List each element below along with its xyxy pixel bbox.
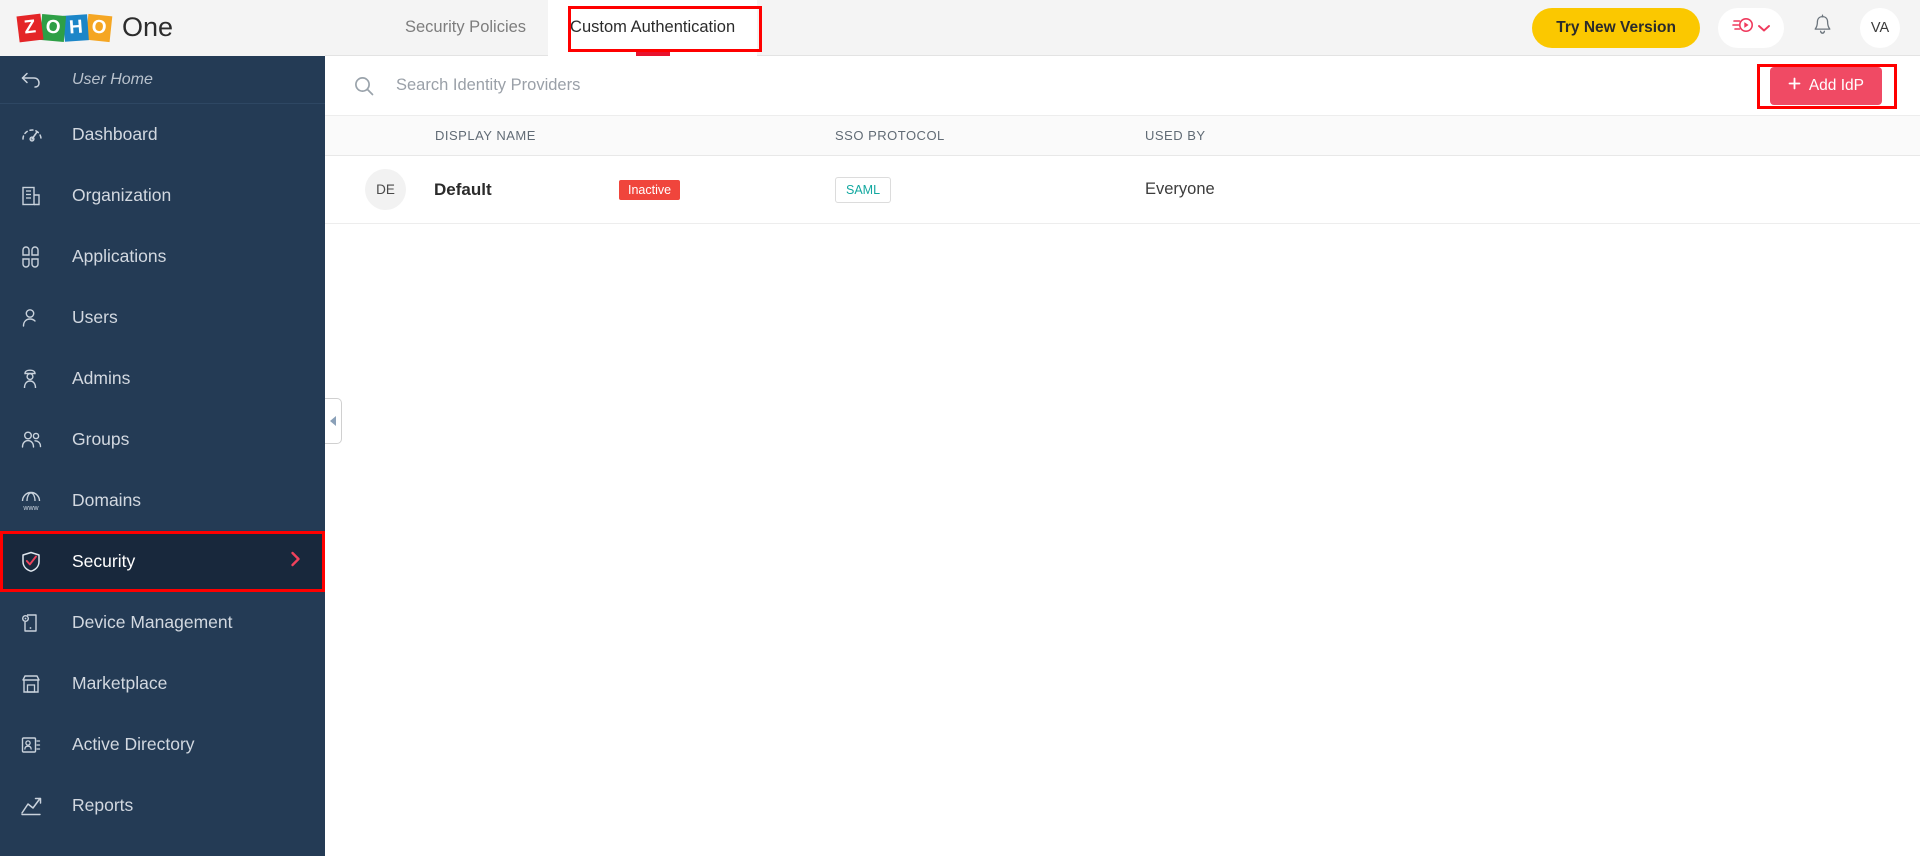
search-input[interactable]	[396, 76, 1770, 95]
sidebar-item-label-device-management: Device Management	[72, 612, 233, 632]
sidebar-item-label-organization: Organization	[72, 185, 172, 205]
svg-text:www: www	[22, 505, 39, 512]
top-header-bar: Z O H O One Security Policies Custom Aut…	[0, 0, 1920, 56]
chevron-right-icon	[289, 549, 303, 575]
plus-icon	[1788, 77, 1801, 95]
zoho-logo-icon: Z O H O	[16, 11, 113, 45]
logo-tile-o1: O	[39, 13, 67, 42]
building-icon	[20, 185, 72, 207]
tab-custom-authentication[interactable]: Custom Authentication	[548, 0, 758, 56]
sso-protocol-chip: SAML	[835, 176, 892, 203]
store-icon	[20, 673, 72, 695]
sidebar-item-users[interactable]: Users	[0, 287, 325, 348]
sidebar-item-label-reports: Reports	[72, 795, 134, 815]
sidebar-item-label-users: Users	[72, 307, 118, 327]
sidebar-item-label-user-home: User Home	[72, 70, 153, 88]
gauge-icon	[20, 124, 72, 146]
idp-display-name: Default	[434, 179, 492, 199]
sidebar-item-label-marketplace: Marketplace	[72, 673, 168, 693]
search-toolbar: Add IdP	[325, 56, 1920, 116]
sidebar-item-label-security: Security	[72, 551, 136, 571]
back-arrow-icon	[20, 70, 72, 90]
header-tabs: Security Policies Custom Authentication	[383, 0, 758, 56]
notifications-button[interactable]	[1802, 8, 1842, 48]
sidebar-item-label-groups: Groups	[72, 429, 130, 449]
grid-apps-icon	[20, 245, 72, 268]
column-header-used-by: USED BY	[1145, 128, 1206, 143]
add-idp-label: Add IdP	[1808, 76, 1864, 94]
left-sidebar: User Home Dashboard Organization Applica…	[0, 56, 325, 856]
shield-check-icon	[20, 550, 72, 574]
user-icon	[20, 307, 72, 329]
search-icon	[353, 75, 375, 97]
sidebar-item-marketplace[interactable]: Marketplace	[0, 653, 325, 714]
sidebar-item-admins[interactable]: Admins	[0, 348, 325, 409]
sidebar-item-applications[interactable]: Applications	[0, 226, 325, 287]
cell-used-by: Everyone	[1145, 180, 1215, 198]
www-globe-icon: www	[20, 490, 72, 512]
logo-tile-o2: O	[85, 13, 113, 42]
bell-icon	[1812, 14, 1833, 41]
contact-card-icon	[20, 734, 72, 756]
sidebar-item-active-directory[interactable]: Active Directory	[0, 714, 325, 775]
table-header-row: DISPLAY NAME SSO PROTOCOL USED BY	[325, 116, 1920, 156]
chart-up-icon	[20, 795, 72, 817]
user-avatar[interactable]: VA	[1860, 7, 1900, 48]
logo-tile-h: H	[63, 13, 89, 42]
admin-user-icon	[20, 368, 72, 390]
column-header-sso-protocol: SSO PROTOCOL	[835, 128, 945, 143]
logo-tile-z: Z	[16, 13, 44, 42]
sidebar-item-organization[interactable]: Organization	[0, 165, 325, 226]
sidebar-item-label-active-directory: Active Directory	[72, 734, 195, 754]
sidebar-item-label-admins: Admins	[72, 368, 131, 388]
sidebar-item-label-applications: Applications	[72, 246, 167, 266]
brand-product-name: One	[122, 12, 174, 42]
sidebar-item-dashboard[interactable]: Dashboard	[0, 104, 325, 165]
tab-security-policies[interactable]: Security Policies	[383, 0, 548, 56]
chevron-left-icon	[330, 416, 336, 426]
video-tutorial-button[interactable]	[1718, 7, 1784, 48]
chevron-down-icon	[1758, 19, 1770, 37]
header-actions: Try New Version VA	[1532, 7, 1920, 48]
add-idp-button[interactable]: Add IdP	[1769, 66, 1882, 105]
column-header-display-name: DISPLAY NAME	[435, 128, 536, 143]
sidebar-item-domains[interactable]: www Domains	[0, 470, 325, 531]
sidebar-item-reports[interactable]: Reports	[0, 775, 325, 836]
sidebar-item-label-domains: Domains	[72, 490, 142, 510]
sidebar-item-device-management[interactable]: Device Management	[0, 592, 325, 653]
sidebar-item-user-home[interactable]: User Home	[0, 56, 325, 104]
main-content: Add IdP DISPLAY NAME SSO PROTOCOL USED B…	[325, 56, 1920, 856]
video-play-icon	[1732, 16, 1754, 39]
brand-logo[interactable]: Z O H O One	[0, 0, 325, 56]
sidebar-item-security[interactable]: Security	[0, 531, 325, 592]
sidebar-item-label-dashboard: Dashboard	[72, 124, 158, 144]
table-row[interactable]: DE Default Inactive SAML Everyone	[325, 156, 1920, 224]
try-new-version-button[interactable]: Try New Version	[1532, 7, 1700, 48]
cell-display-name: DE Default Inactive	[325, 169, 835, 210]
users-group-icon	[20, 429, 72, 451]
avatar: DE	[365, 169, 406, 210]
device-gear-icon	[20, 612, 72, 634]
sidebar-collapse-handle[interactable]	[325, 398, 342, 444]
cell-sso-protocol: SAML	[835, 176, 1145, 203]
status-badge: Inactive	[619, 179, 681, 200]
sidebar-item-groups[interactable]: Groups	[0, 409, 325, 470]
